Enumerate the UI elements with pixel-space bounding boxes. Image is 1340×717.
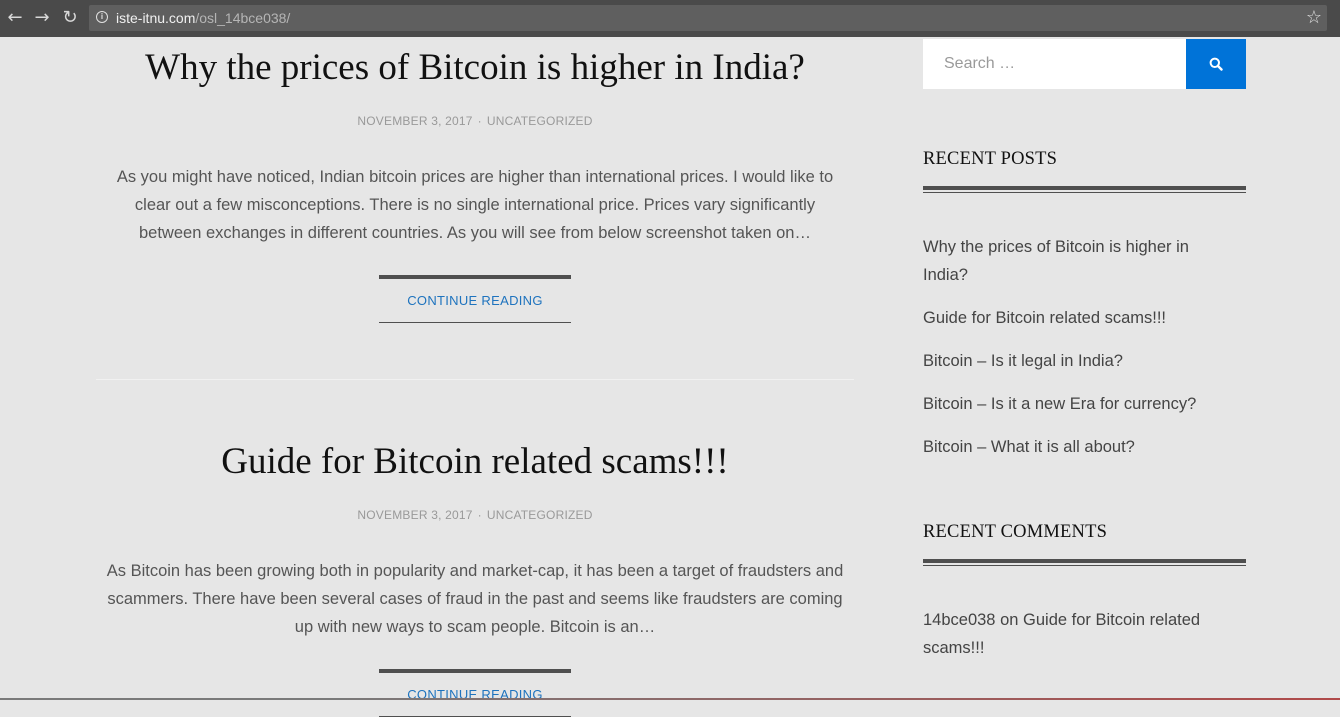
search-input[interactable] xyxy=(923,39,1186,89)
search-form xyxy=(923,39,1246,89)
widget-title-rule xyxy=(923,559,1246,566)
comment-on-text: on xyxy=(1000,611,1019,629)
forward-arrow-icon[interactable]: → xyxy=(32,8,52,28)
post-article: Guide for Bitcoin related scams!!! NOVEM… xyxy=(96,440,854,717)
meta-separator: · xyxy=(477,508,482,523)
post-divider xyxy=(96,379,854,380)
list-item: Why the prices of Bitcoin is higher in I… xyxy=(923,233,1223,289)
post-category[interactable]: UNCATEGORIZED xyxy=(487,508,593,522)
browser-toolbar: ← → ↻ i iste-itnu.com/osl_14bce038/ ☆ xyxy=(0,0,1340,37)
recent-comment-item: 14bce038 on Guide for Bitcoin related sc… xyxy=(923,606,1233,662)
reload-icon[interactable]: ↻ xyxy=(60,8,80,28)
search-button[interactable] xyxy=(1186,39,1246,89)
list-item: Bitcoin – Is it legal in India? xyxy=(923,347,1223,375)
list-item: Bitcoin – What it is all about? xyxy=(923,433,1223,461)
recent-posts-list: Why the prices of Bitcoin is higher in I… xyxy=(923,233,1223,476)
post-date[interactable]: NOVEMBER 3, 2017 xyxy=(357,114,472,128)
back-arrow-icon[interactable]: ← xyxy=(5,8,25,28)
post-article: Why the prices of Bitcoin is higher in I… xyxy=(96,37,854,324)
recent-posts-title: RECENT POSTS xyxy=(923,149,1058,169)
recent-post-link[interactable]: Guide for Bitcoin related scams!!! xyxy=(923,309,1166,327)
post-meta: NOVEMBER 3, 2017 · UNCATEGORIZED xyxy=(96,508,854,522)
info-icon[interactable]: i xyxy=(96,11,108,23)
recent-post-link[interactable]: Bitcoin – Is it a new Era for currency? xyxy=(923,395,1196,413)
recent-comments-title: RECENT COMMENTS xyxy=(923,522,1108,542)
post-date[interactable]: NOVEMBER 3, 2017 xyxy=(357,508,472,522)
post-title[interactable]: Guide for Bitcoin related scams!!! xyxy=(96,440,854,484)
url-domain: iste-itnu.com xyxy=(116,10,196,26)
continue-reading-button[interactable]: CONTINUE READING xyxy=(379,275,571,324)
continue-reading-button[interactable]: CONTINUE READING xyxy=(379,669,571,717)
post-excerpt: As you might have noticed, Indian bitcoi… xyxy=(116,168,834,243)
bookmark-star-icon[interactable]: ☆ xyxy=(1306,7,1322,28)
search-icon xyxy=(1209,57,1223,71)
widget-title-rule xyxy=(923,186,1246,193)
url-text[interactable]: iste-itnu.com/osl_14bce038/ xyxy=(116,10,290,26)
post-excerpt: As Bitcoin has been growing both in popu… xyxy=(106,562,844,637)
post-title[interactable]: Why the prices of Bitcoin is higher in I… xyxy=(96,46,854,90)
post-category[interactable]: UNCATEGORIZED xyxy=(487,114,593,128)
url-path: /osl_14bce038/ xyxy=(195,10,291,26)
post-meta: NOVEMBER 3, 2017 · UNCATEGORIZED xyxy=(96,114,854,128)
recent-post-link[interactable]: Bitcoin – What it is all about? xyxy=(923,438,1135,456)
address-bar[interactable]: i iste-itnu.com/osl_14bce038/ ☆ xyxy=(89,5,1327,31)
comment-author-link[interactable]: 14bce038 xyxy=(923,611,996,629)
list-item: Bitcoin – Is it a new Era for currency? xyxy=(923,390,1223,418)
list-item: Guide for Bitcoin related scams!!! xyxy=(923,304,1223,332)
recent-post-link[interactable]: Bitcoin – Is it legal in India? xyxy=(923,352,1123,370)
meta-separator: · xyxy=(477,114,482,129)
recent-post-link[interactable]: Why the prices of Bitcoin is higher in I… xyxy=(923,238,1189,284)
